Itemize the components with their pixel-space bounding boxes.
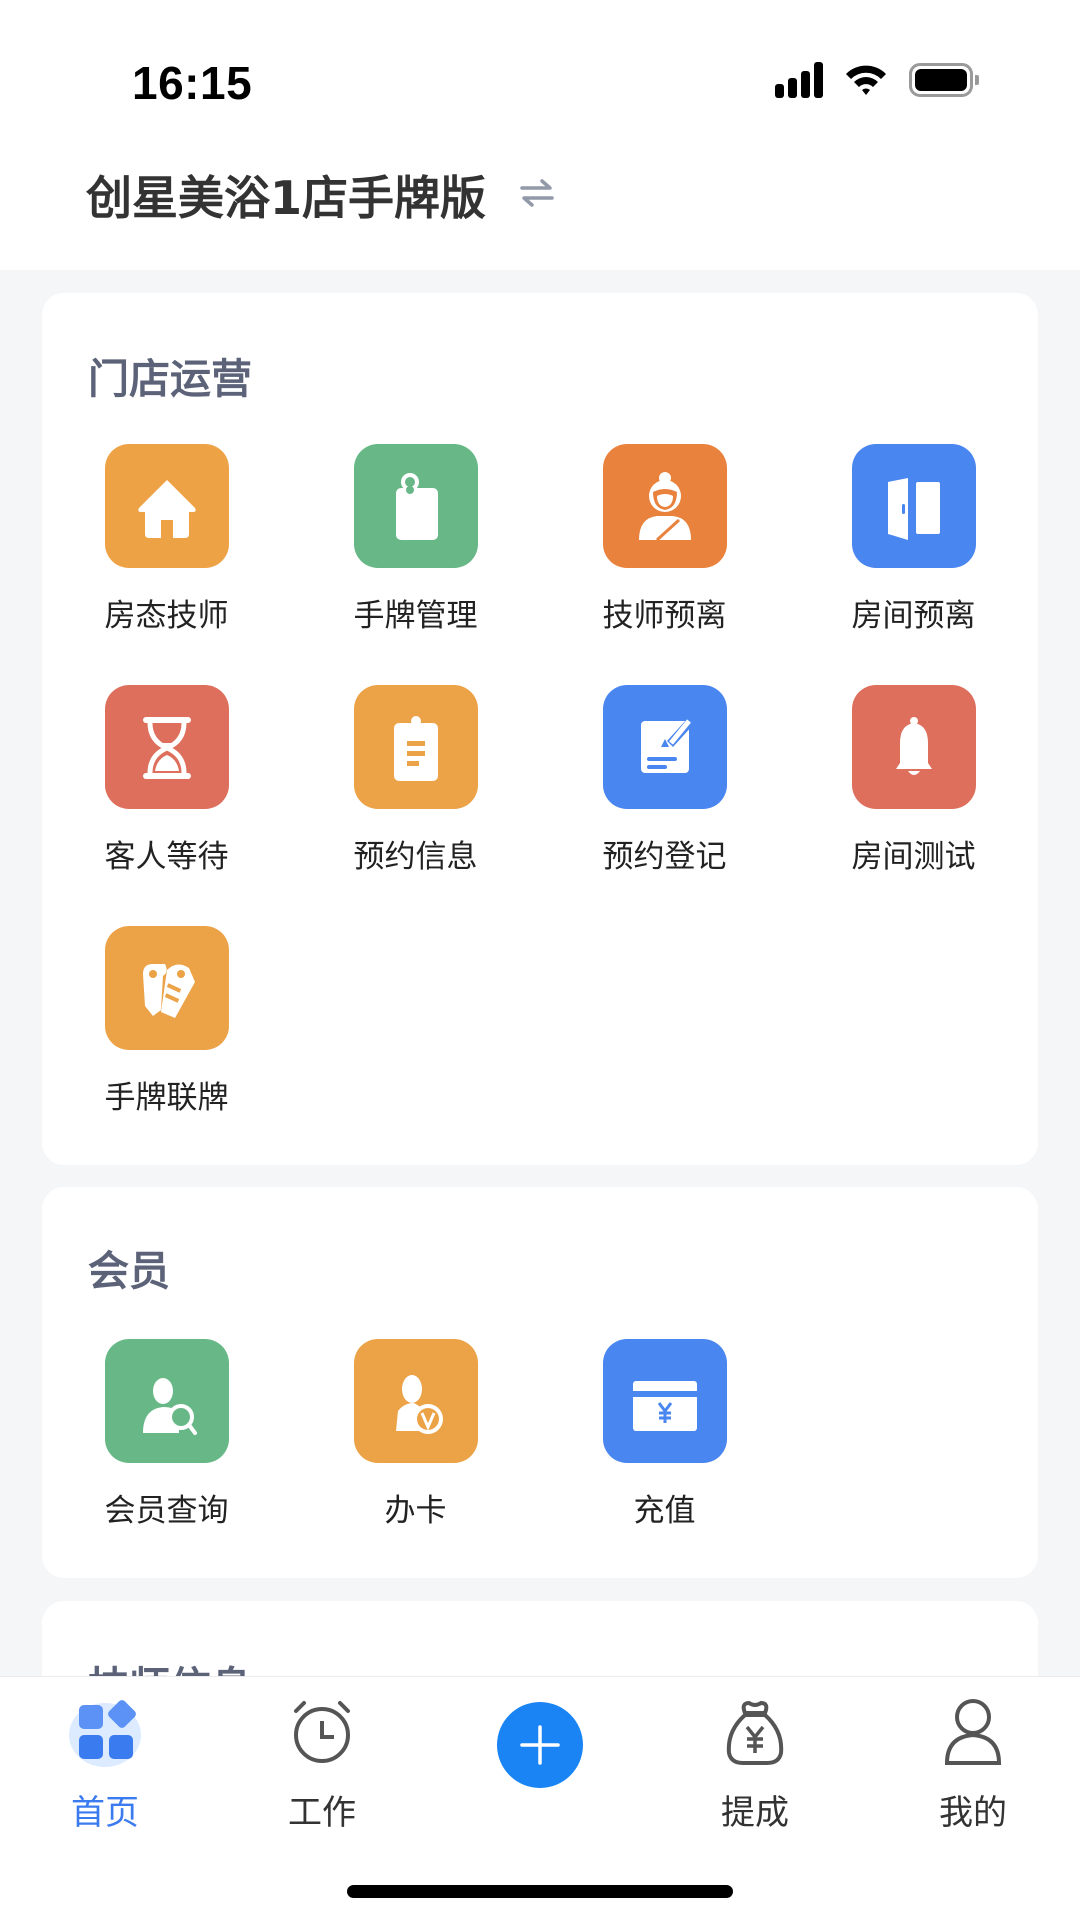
house-icon (104, 444, 229, 568)
status-icons (775, 60, 979, 100)
tile-label: 房态技师 (104, 598, 229, 634)
hand-tag-icon (353, 444, 478, 568)
bottom-tab-bar: 首页 工作 提成 我的 (0, 1676, 1080, 1920)
tab-label: 提成 (721, 1793, 789, 1833)
person-icon (944, 1699, 1002, 1765)
tab-label: 工作 (288, 1793, 356, 1833)
menu-item-reservation-info[interactable]: 预约信息 (291, 685, 540, 875)
store-operations-grid: 房态技师 手牌管理 技师预离 房间预离 客人等待 预约信息 预约登记 房间测试 … (42, 444, 1038, 1116)
menu-item-card-issuance[interactable]: 办卡 (291, 1339, 540, 1529)
menu-item-member-search[interactable]: 会员查询 (42, 1339, 291, 1529)
menu-item-guest-waiting[interactable]: 客人等待 (42, 685, 291, 875)
home-indicator (347, 1885, 733, 1898)
door-icon (851, 444, 976, 568)
tile-label: 预约登记 (602, 839, 727, 875)
tab-mine[interactable]: 我的 (893, 1677, 1053, 1837)
member-card: 会员 会员查询 办卡 充值 (42, 1187, 1038, 1578)
tile-label: 技师预离 (602, 598, 727, 634)
member-search-icon (104, 1339, 229, 1463)
battery-icon (909, 63, 979, 97)
tab-commission[interactable]: 提成 (675, 1677, 835, 1837)
tile-label: 客人等待 (104, 839, 229, 875)
tile-label: 房间测试 (851, 839, 976, 875)
tile-label: 手牌管理 (353, 598, 478, 634)
menu-item-room-test[interactable]: 房间测试 (789, 685, 1038, 875)
technician-icon (602, 444, 727, 568)
menu-item-technician-departure[interactable]: 技师预离 (540, 444, 789, 634)
recharge-card-icon (602, 1339, 727, 1463)
section-title: 门店运营 (88, 355, 252, 403)
menu-item-linked-tags[interactable]: 手牌联牌 (42, 926, 291, 1116)
tile-label: 办卡 (384, 1493, 447, 1529)
add-button[interactable] (497, 1702, 583, 1788)
tab-work[interactable]: 工作 (242, 1677, 402, 1837)
status-time: 16:15 (132, 57, 253, 109)
store-operations-card: 门店运营 房态技师 手牌管理 技师预离 房间预离 客人等待 预约信息 预约登记 … (42, 293, 1038, 1165)
vip-card-icon (353, 1339, 478, 1463)
cellular-signal-icon (775, 62, 823, 98)
top-header: 16:15 创星美浴1店手牌版 (0, 0, 1080, 270)
tab-home[interactable]: 首页 (25, 1677, 185, 1837)
money-bag-icon (726, 1700, 784, 1765)
tile-label: 房间预离 (851, 598, 976, 634)
menu-item-room-technician[interactable]: 房态技师 (42, 444, 291, 634)
home-grid-icon (69, 1700, 141, 1767)
hourglass-icon (104, 685, 229, 809)
tab-label: 首页 (71, 1793, 139, 1833)
menu-item-recharge[interactable]: 充值 (540, 1339, 789, 1529)
wifi-icon (846, 65, 886, 95)
tile-label: 手牌联牌 (104, 1080, 229, 1116)
tile-label: 充值 (633, 1493, 696, 1529)
section-title: 会员 (88, 1247, 170, 1295)
menu-item-room-departure[interactable]: 房间预离 (789, 444, 1038, 634)
tab-label: 我的 (939, 1793, 1007, 1833)
member-grid: 会员查询 办卡 充值 (42, 1339, 1038, 1529)
bell-icon (851, 685, 976, 809)
menu-item-reservation-register[interactable]: 预约登记 (540, 685, 789, 875)
alarm-clock-icon (294, 1701, 350, 1763)
register-pen-icon (602, 685, 727, 809)
tile-label: 预约信息 (353, 839, 478, 875)
linked-tags-icon (104, 926, 229, 1050)
plus-icon (520, 1725, 560, 1765)
tile-label: 会员查询 (104, 1493, 229, 1529)
clipboard-icon (353, 685, 478, 809)
menu-item-hand-tag-management[interactable]: 手牌管理 (291, 444, 540, 634)
swap-arrows-icon[interactable] (518, 176, 556, 210)
store-title[interactable]: 创星美浴1店手牌版 (86, 162, 486, 228)
